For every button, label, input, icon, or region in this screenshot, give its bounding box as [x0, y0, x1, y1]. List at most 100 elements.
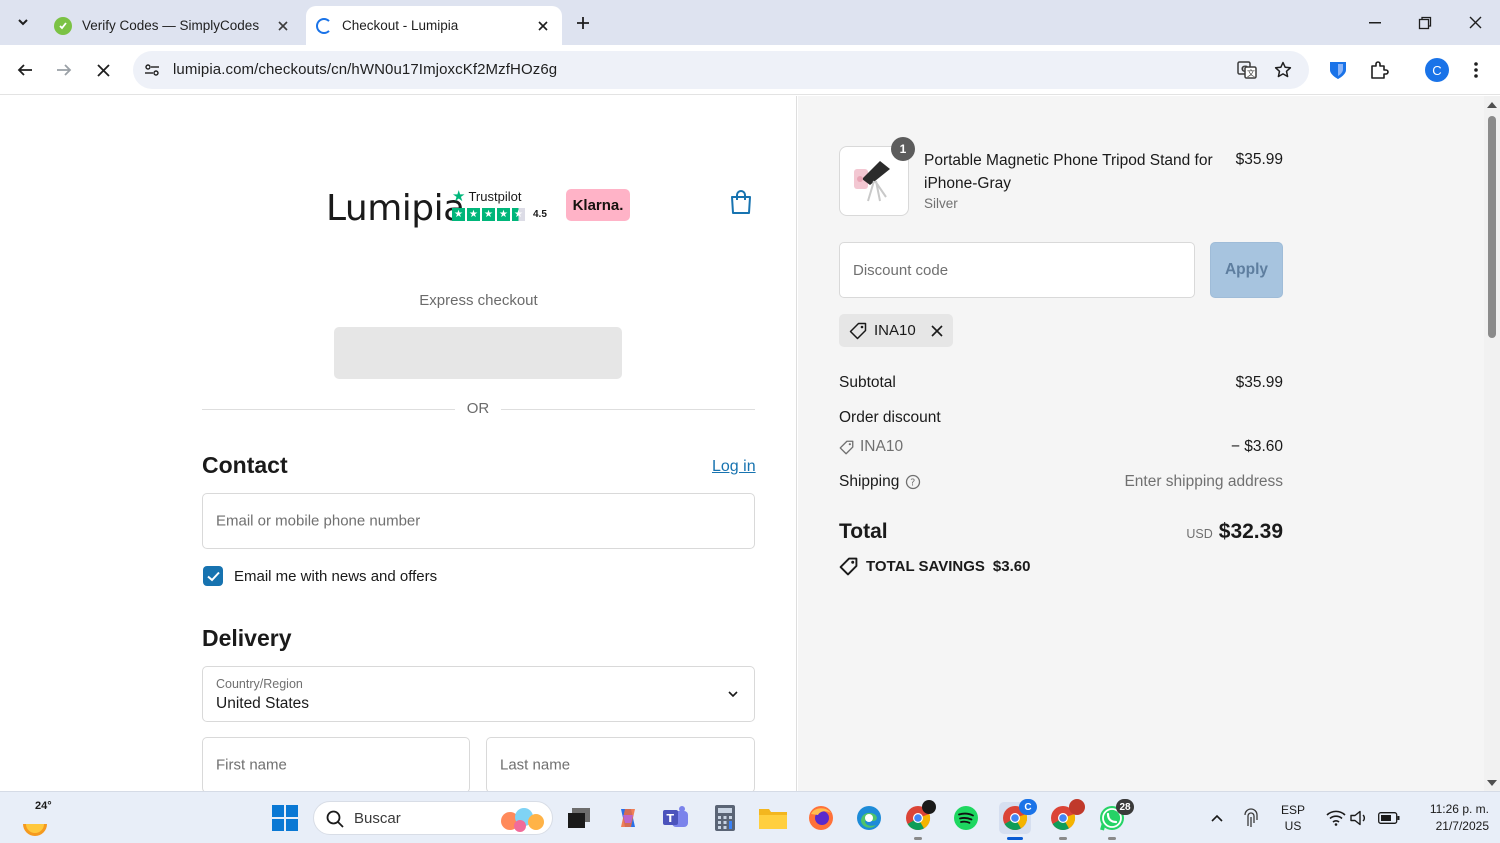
order-summary-column: 1 Portable Magnetic Phone Tripod Stand f… [798, 96, 1484, 791]
product-name: Portable Magnetic Phone Tripod Stand for… [924, 152, 1213, 192]
translate-icon[interactable]: G文 [1236, 59, 1258, 81]
restore-window-icon[interactable] [1400, 0, 1450, 45]
total-currency: USD [1186, 527, 1213, 541]
discount-code-text: INA10 [860, 438, 904, 455]
running-indicator [914, 837, 922, 840]
contact-heading: Contact [202, 452, 288, 478]
help-question-icon[interactable]: ? [905, 474, 921, 490]
applied-discount-chip: INA10 [839, 314, 953, 347]
country-select-value: United States [216, 695, 310, 712]
shopping-bag-icon[interactable] [728, 188, 754, 216]
discount-code-input[interactable]: Discount code [839, 242, 1195, 298]
trustpilot-label: Trustpilot [468, 188, 522, 204]
scroll-down-arrow-icon[interactable] [1487, 778, 1497, 788]
edge-icon[interactable] [853, 802, 885, 834]
login-link[interactable]: Log in [712, 458, 756, 476]
chrome-second-profile-icon[interactable] [1047, 799, 1085, 840]
last-name-field[interactable]: Last name [486, 737, 755, 791]
half-star-icon: ★ [512, 208, 525, 221]
chrome-active-icon[interactable]: C [999, 799, 1037, 840]
extensions-puzzle-icon[interactable] [1366, 57, 1392, 83]
quantity-badge: 1 [891, 137, 915, 161]
weather-widget[interactable]: 24° [20, 800, 60, 836]
product-variant: Silver [924, 196, 958, 211]
chrome-profile-icon[interactable] [902, 800, 936, 840]
copilot-icon[interactable] [612, 802, 644, 834]
forward-arrow-icon[interactable] [50, 56, 78, 84]
close-tab-icon[interactable] [530, 13, 556, 39]
star-icon: ★ [497, 208, 510, 221]
tab-checkout-lumipia[interactable]: Checkout - Lumipia [306, 6, 562, 45]
bookmark-star-icon[interactable] [1272, 59, 1294, 81]
svg-text:文: 文 [1247, 68, 1255, 78]
whatsapp-icon[interactable]: 28 [1096, 799, 1134, 840]
profile-avatar[interactable]: C [1425, 58, 1449, 82]
star-icon: ★ [482, 208, 495, 221]
new-tab-plus-icon[interactable] [570, 10, 596, 36]
newsletter-label[interactable]: Email me with news and offers [234, 568, 437, 585]
firefox-icon[interactable] [805, 802, 837, 834]
tab-title: Checkout - Lumipia [342, 18, 459, 33]
total-amount: USD $32.39 [1083, 520, 1283, 544]
lumipia-logo[interactable]: Lumipia [326, 188, 465, 229]
country-region-select[interactable]: Country/Region United States [202, 666, 755, 722]
first-name-field[interactable]: First name [202, 737, 470, 791]
taskbar-search-box[interactable]: Buscar [313, 801, 553, 835]
clock-time: 11:26 p. m. [1429, 802, 1489, 816]
order-discount-row: Order discount [839, 409, 1283, 427]
checkout-page: Lumipia ★ Trustpilot ★ ★ ★ ★ ★ 4.5 Klarn… [0, 96, 1484, 791]
tag-icon [839, 557, 858, 576]
keyboard-layout: US [1284, 819, 1302, 833]
site-info-tune-icon[interactable] [141, 59, 163, 81]
volume-icon[interactable] [1343, 802, 1375, 834]
close-window-icon[interactable] [1450, 0, 1500, 45]
calculator-icon[interactable] [709, 802, 741, 834]
tab-simplycodes[interactable]: Verify Codes — SimplyCodes [44, 6, 302, 45]
page-scrollbar[interactable] [1484, 96, 1500, 791]
remove-code-x-icon[interactable] [931, 324, 943, 337]
spotify-icon[interactable] [950, 802, 982, 834]
input-language-indicator[interactable]: ESP US [1281, 802, 1305, 834]
search-highlight-coral-icon [501, 808, 544, 832]
close-tab-icon[interactable] [270, 13, 296, 39]
show-hidden-icons-chevron-icon[interactable] [1201, 802, 1233, 834]
url-text[interactable]: lumipia.com/checkouts/cn/hWN0u17ImjoxcKf… [173, 61, 557, 78]
apply-discount-button[interactable]: Apply [1210, 242, 1283, 298]
running-indicator [1108, 837, 1116, 840]
first-name-placeholder: First name [216, 756, 287, 774]
star-icon: ★ [452, 208, 465, 221]
system-clock[interactable]: 11:26 p. m. 21/7/2025 [1405, 801, 1489, 835]
trustpilot-stars: ★ ★ ★ ★ ★ 4.5 [452, 208, 547, 221]
file-explorer-icon[interactable] [757, 802, 789, 834]
address-bar[interactable]: lumipia.com/checkouts/cn/hWN0u17ImjoxcKf… [133, 51, 1309, 89]
windows-start-icon[interactable] [269, 802, 301, 834]
svg-text:?: ? [911, 478, 916, 489]
minimize-window-icon[interactable] [1350, 0, 1400, 45]
browser-menu-kebab-icon[interactable] [1463, 57, 1489, 83]
star-icon: ★ [467, 208, 480, 221]
running-indicator [1059, 837, 1067, 840]
scrollbar-thumb[interactable] [1488, 116, 1496, 338]
chevron-down-icon [728, 691, 738, 698]
bitwarden-shield-icon[interactable] [1325, 57, 1351, 83]
subtotal-label: Subtotal [839, 374, 896, 391]
scroll-up-arrow-icon[interactable] [1487, 100, 1497, 110]
fingerprint-tray-icon[interactable] [1235, 802, 1267, 834]
browser-tab-strip: Verify Codes — SimplyCodes Checkout - Lu… [0, 0, 1500, 45]
teams-icon[interactable]: T [660, 802, 692, 834]
battery-icon[interactable] [1373, 802, 1405, 834]
tag-icon [839, 440, 854, 454]
chrome-profile-badge: C [1019, 799, 1037, 815]
task-view-icon[interactable] [563, 802, 595, 834]
country-select-label: Country/Region [216, 677, 303, 691]
back-arrow-icon[interactable] [11, 56, 39, 84]
search-label: Buscar [354, 810, 401, 827]
express-checkout-label: Express checkout [419, 292, 538, 309]
express-checkout-button-placeholder[interactable] [334, 327, 622, 379]
search-icon [326, 810, 344, 828]
newsletter-checkbox[interactable] [203, 566, 223, 586]
last-name-placeholder: Last name [500, 756, 571, 774]
stop-loading-x-icon[interactable] [89, 56, 117, 84]
tab-search-chevron-icon[interactable] [10, 9, 36, 35]
email-phone-field[interactable]: Email or mobile phone number [202, 493, 755, 549]
